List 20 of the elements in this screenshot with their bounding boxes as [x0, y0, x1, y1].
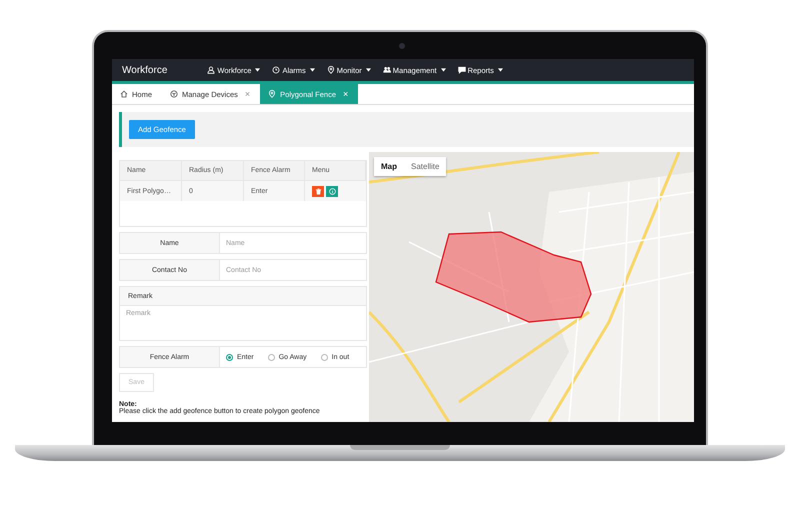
- info-button[interactable]: [326, 186, 338, 196]
- map-type-tab[interactable]: Satellite: [404, 157, 446, 176]
- clock-icon: [272, 66, 280, 74]
- location-pin-icon: [326, 66, 335, 74]
- app-title: Workforce: [122, 64, 168, 76]
- trash-icon: [314, 188, 322, 194]
- location-pin-icon: [268, 90, 276, 98]
- delete-button[interactable]: [312, 186, 324, 196]
- info-icon: [328, 188, 336, 194]
- people-icon: [382, 66, 391, 74]
- user-icon: [207, 66, 216, 74]
- message-icon: [458, 66, 466, 74]
- caret-icon: [310, 68, 315, 72]
- caret-icon: [366, 68, 371, 72]
- home-icon: [120, 90, 128, 98]
- caret-icon: [255, 68, 260, 72]
- camera-icon: [399, 43, 405, 49]
- caret-icon: [498, 68, 503, 72]
- caret-icon: [440, 68, 446, 72]
- map-type-tab[interactable]: Map: [374, 157, 404, 176]
